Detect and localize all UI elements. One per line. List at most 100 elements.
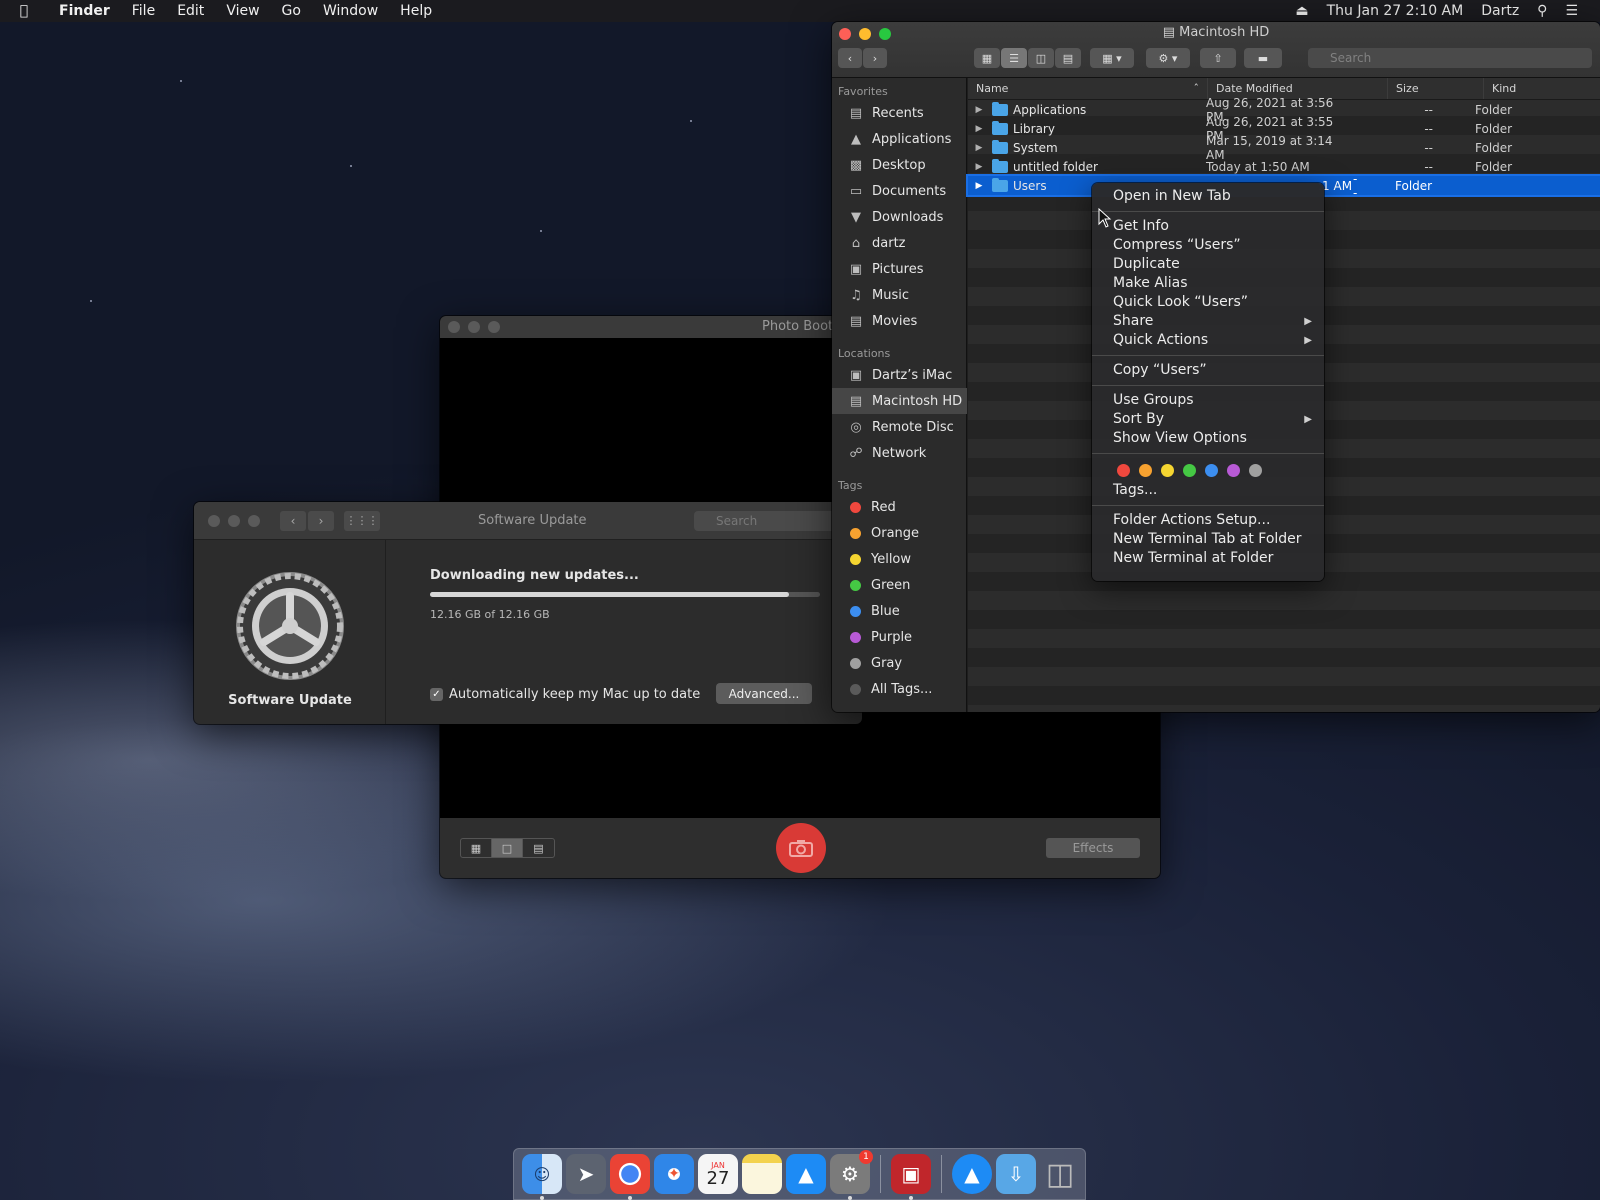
- icon-view-icon[interactable]: ▦: [974, 48, 1000, 68]
- column-header-size[interactable]: Size: [1388, 78, 1484, 99]
- menu-item-sort-by[interactable]: Sort By ▶: [1092, 410, 1324, 429]
- menu-item-tags[interactable]: Tags...: [1092, 481, 1324, 500]
- menu-edit[interactable]: Edit: [166, 3, 215, 19]
- menu-app-name[interactable]: Finder: [48, 3, 121, 19]
- app-store-icon[interactable]: ▲: [786, 1154, 826, 1194]
- menu-go[interactable]: Go: [271, 3, 312, 19]
- zoom-button[interactable]: [248, 514, 260, 527]
- menu-window[interactable]: Window: [312, 3, 389, 19]
- sidebar-all-tags[interactable]: All Tags...: [832, 676, 967, 702]
- tag-color-orange[interactable]: [1139, 463, 1152, 477]
- table-row[interactable]: ▶ System Mar 15, 2019 at 3:14 AM -- Folde…: [968, 134, 1600, 162]
- tag-color-yellow[interactable]: [1161, 463, 1174, 477]
- menu-item-new-terminal[interactable]: New Terminal at Folder: [1092, 549, 1324, 568]
- advanced-button[interactable]: Advanced...: [716, 683, 812, 704]
- zoom-button[interactable]: [488, 321, 500, 333]
- sidebar-tag-green[interactable]: Green: [832, 572, 967, 598]
- menu-user[interactable]: Dartz: [1481, 3, 1519, 19]
- disclosure-triangle-icon[interactable]: ▶: [968, 105, 984, 115]
- sidebar-item-downloads[interactable]: ▼ Downloads: [832, 204, 967, 230]
- sidebar-item-network[interactable]: ☍ Network: [832, 440, 967, 466]
- sidebar-item-home[interactable]: ⌂ dartz: [832, 230, 967, 256]
- sidebar-tag-red[interactable]: Red: [832, 494, 967, 520]
- photo-booth-icon[interactable]: ▣: [891, 1154, 931, 1200]
- back-button[interactable]: ‹: [838, 48, 862, 68]
- sidebar-item-documents[interactable]: ▭ Documents: [832, 178, 967, 204]
- sidebar-item-recents[interactable]: ▤ Recents: [832, 100, 967, 126]
- disclosure-triangle-icon[interactable]: ▶: [968, 181, 984, 191]
- sidebar-item-music[interactable]: ♫ Music: [832, 282, 967, 308]
- sidebar-tag-yellow[interactable]: Yellow: [832, 546, 967, 572]
- menu-item-make-alias[interactable]: Make Alias: [1092, 274, 1324, 293]
- finder-icon[interactable]: ☺: [522, 1154, 562, 1200]
- calendar-icon[interactable]: JAN 27: [698, 1154, 738, 1194]
- close-button[interactable]: [448, 321, 460, 333]
- back-button[interactable]: ‹: [280, 510, 306, 531]
- forward-button[interactable]: ›: [308, 510, 334, 531]
- action-gear-icon[interactable]: ⚙ ▾: [1146, 48, 1190, 68]
- menu-item-copy[interactable]: Copy “Users”: [1092, 361, 1324, 380]
- menu-item-folder-actions-setup[interactable]: Folder Actions Setup...: [1092, 511, 1324, 530]
- menu-item-get-info[interactable]: Get Info: [1092, 217, 1324, 236]
- sidebar-item-imac[interactable]: ▣ Dartz’s iMac: [832, 362, 967, 388]
- share-icon[interactable]: ⇧: [1200, 48, 1236, 68]
- sidebar-item-remote-disc[interactable]: ◎ Remote Disc: [832, 414, 967, 440]
- sidebar-item-applications[interactable]: ▲ Applications: [832, 126, 967, 152]
- disclosure-triangle-icon[interactable]: ▶: [968, 143, 984, 153]
- menu-view[interactable]: View: [215, 3, 270, 19]
- disclosure-triangle-icon[interactable]: ▶: [968, 124, 984, 134]
- sidebar-tag-purple[interactable]: Purple: [832, 624, 967, 650]
- notes-icon[interactable]: [742, 1154, 782, 1194]
- effects-button[interactable]: Effects: [1046, 838, 1140, 858]
- sidebar-tag-orange[interactable]: Orange: [832, 520, 967, 546]
- menu-item-use-groups[interactable]: Use Groups: [1092, 391, 1324, 410]
- tag-color-red[interactable]: [1117, 463, 1130, 477]
- chrome-icon[interactable]: [610, 1154, 650, 1200]
- menu-item-duplicate[interactable]: Duplicate: [1092, 255, 1324, 274]
- menu-item-quick-actions[interactable]: Quick Actions ▶: [1092, 331, 1324, 350]
- tag-color-purple[interactable]: [1227, 463, 1240, 477]
- menu-item-show-view-options[interactable]: Show View Options: [1092, 429, 1324, 448]
- filmstrip-view-icon[interactable]: ▤: [523, 839, 554, 857]
- menu-file[interactable]: File: [121, 3, 166, 19]
- tag-icon[interactable]: ▬: [1244, 48, 1282, 68]
- search-input[interactable]: Search: [694, 511, 844, 531]
- menu-item-new-terminal-tab[interactable]: New Terminal Tab at Folder: [1092, 530, 1324, 549]
- sidebar-item-movies[interactable]: ▤ Movies: [832, 308, 967, 334]
- menu-help[interactable]: Help: [389, 3, 443, 19]
- tag-color-green[interactable]: [1183, 463, 1196, 477]
- auto-update-checkbox[interactable]: ✓: [430, 688, 443, 701]
- menu-item-quick-look[interactable]: Quick Look “Users”: [1092, 293, 1324, 312]
- sidebar-item-macintosh-hd[interactable]: ▤ Macintosh HD: [832, 388, 967, 414]
- tag-color-gray[interactable]: [1249, 463, 1262, 477]
- list-view-icon[interactable]: ☰: [1001, 48, 1027, 68]
- launchpad-icon[interactable]: ➤: [566, 1154, 606, 1194]
- column-view-icon[interactable]: ◫: [1028, 48, 1054, 68]
- disclosure-triangle-icon[interactable]: ▶: [968, 162, 984, 172]
- notification-center-icon[interactable]: ☰: [1565, 3, 1578, 19]
- group-by-icon[interactable]: ▦ ▾: [1090, 48, 1134, 68]
- menu-item-compress[interactable]: Compress “Users”: [1092, 236, 1324, 255]
- sidebar-item-desktop[interactable]: ▩ Desktop: [832, 152, 967, 178]
- apple-menu-icon[interactable]: : [0, 3, 48, 19]
- grid-view-icon[interactable]: ▦: [461, 839, 492, 857]
- sidebar-tag-gray[interactable]: Gray: [832, 650, 967, 676]
- trash-icon[interactable]: ◫: [1040, 1154, 1080, 1194]
- minimize-button[interactable]: [228, 514, 240, 527]
- close-button[interactable]: [208, 514, 220, 527]
- search-input[interactable]: Search: [1308, 48, 1592, 68]
- sidebar-item-pictures[interactable]: ▣ Pictures: [832, 256, 967, 282]
- menu-item-share[interactable]: Share ▶: [1092, 312, 1324, 331]
- take-photo-button[interactable]: [776, 823, 826, 873]
- minimize-button[interactable]: [468, 321, 480, 333]
- column-header-kind[interactable]: Kind: [1484, 78, 1600, 99]
- column-header-name[interactable]: Name ˆ: [968, 78, 1208, 99]
- forward-button[interactable]: ›: [863, 48, 887, 68]
- spotlight-icon[interactable]: ⚲: [1537, 3, 1547, 19]
- system-preferences-icon[interactable]: ⚙ 1: [830, 1150, 873, 1200]
- gallery-view-icon[interactable]: ▤: [1055, 48, 1081, 68]
- app-store-folder-icon[interactable]: ▲: [952, 1154, 992, 1194]
- eject-icon[interactable]: ⏏: [1295, 3, 1308, 19]
- tag-color-blue[interactable]: [1205, 463, 1218, 477]
- sidebar-tag-blue[interactable]: Blue: [832, 598, 967, 624]
